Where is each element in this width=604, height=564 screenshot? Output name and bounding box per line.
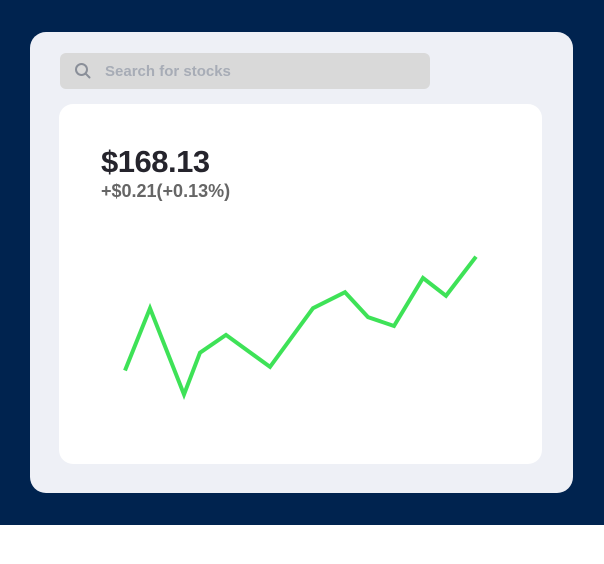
price-change: +$0.21(+0.13%)	[101, 181, 231, 201]
search-bar[interactable]	[60, 53, 430, 89]
price-line	[123, 255, 478, 400]
background-panel: $168.13 +$0.21(+0.13%)	[0, 0, 604, 525]
search-input[interactable]	[105, 62, 405, 80]
stock-price: $168.13	[101, 144, 210, 179]
stock-card: $168.13 +$0.21(+0.13%)	[59, 104, 542, 464]
app-window: $168.13 +$0.21(+0.13%)	[30, 32, 573, 493]
search-icon	[74, 62, 92, 80]
